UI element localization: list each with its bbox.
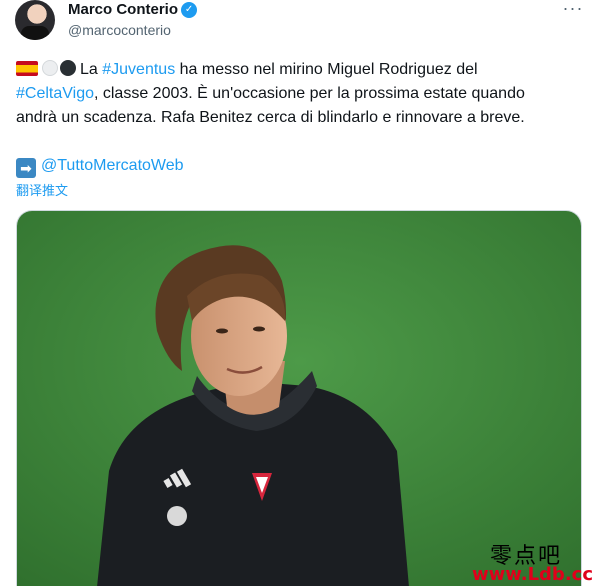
sponsor-logo (167, 506, 187, 526)
tweet-text: La #Juventus ha messo nel mirino Miguel … (16, 58, 582, 178)
tweet-source-line: ➡ @TuttoMercatoWeb (16, 154, 582, 178)
right-arrow-icon: ➡ (16, 158, 36, 178)
translate-tweet-link[interactable]: 翻译推文 (16, 180, 68, 199)
white-circle-icon (42, 60, 58, 76)
mention-tuttomercatoweb[interactable]: @TuttoMercatoWeb (41, 157, 184, 174)
tweet-line-3: andrà un scadenza. Rafa Benitez cerca di… (16, 109, 525, 126)
tweet-line-2: #CeltaVigo, classe 2003. È un'occasione … (16, 82, 582, 106)
author-avatar[interactable] (15, 0, 55, 40)
tweet-media-photo[interactable] (16, 210, 582, 586)
verified-badge-icon: ✓ (181, 1, 198, 18)
hashtag-juventus[interactable]: #Juventus (102, 61, 175, 78)
hashtag-celtavigo[interactable]: #CeltaVigo (16, 85, 94, 102)
player-photo (17, 211, 581, 586)
player-eye-left (216, 328, 228, 334)
tweet-text-segment-2: , classe 2003. È un'occasione per la pro… (93, 85, 525, 102)
spain-flag-icon (16, 61, 38, 76)
tweet-text-segment-1: ha messo nel mirino Miguel Rodriguez del (175, 61, 478, 78)
tweet-card: Marco Conterio ✓ @marcoconterio ··· La #… (0, 0, 594, 586)
site-watermark: 零点吧 www.Ldb.cc (472, 538, 594, 586)
watermark-url-text: www.Ldb.cc (472, 564, 593, 585)
author-handle[interactable]: @marcoconterio (68, 22, 171, 38)
more-options-icon[interactable]: ··· (560, 0, 586, 22)
author-name-text[interactable]: Marco Conterio (68, 1, 178, 18)
tweet-line-1: La #Juventus ha messo nel mirino Miguel … (16, 58, 582, 82)
black-circle-icon (60, 60, 76, 76)
tweet-text-la: La (80, 61, 103, 78)
avatar-shirt (21, 26, 49, 40)
author-name[interactable]: Marco Conterio ✓ (68, 1, 198, 18)
player-eye-right (253, 326, 265, 332)
